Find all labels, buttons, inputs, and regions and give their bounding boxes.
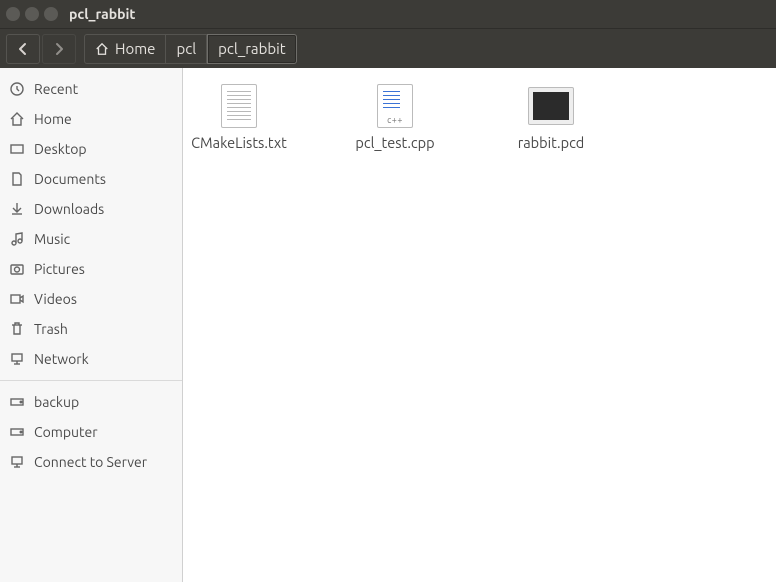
desktop-icon <box>8 140 26 158</box>
sidebar-item-videos[interactable]: Videos <box>0 284 182 314</box>
music-icon <box>8 230 26 248</box>
sidebar-item-label: Music <box>34 231 70 247</box>
sidebar-item-connect-server[interactable]: Connect to Server <box>0 447 182 477</box>
icon-grid: CMakeLists.txt pcl_test.cpp rabbit.pcd <box>183 68 776 167</box>
sidebar-item-computer[interactable]: Computer <box>0 417 182 447</box>
drive-icon <box>8 393 26 411</box>
sidebar-item-desktop[interactable]: Desktop <box>0 134 182 164</box>
breadcrumb-seg-1[interactable]: pcl <box>166 34 207 64</box>
clock-icon <box>8 80 26 98</box>
trash-icon <box>8 320 26 338</box>
home-icon <box>8 110 26 128</box>
file-item[interactable]: CMakeLists.txt <box>189 84 289 151</box>
file-name: CMakeLists.txt <box>191 134 287 151</box>
nav-forward-button[interactable] <box>42 34 76 64</box>
sidebar-item-documents[interactable]: Documents <box>0 164 182 194</box>
window-maximize-button[interactable] <box>44 7 58 21</box>
documents-icon <box>8 170 26 188</box>
home-icon <box>95 42 109 56</box>
sidebar-item-label: Recent <box>34 81 78 97</box>
file-item[interactable]: rabbit.pcd <box>501 84 601 151</box>
breadcrumb-seg-1-label: pcl <box>176 40 196 57</box>
sidebar-item-label: Videos <box>34 291 77 307</box>
pictures-icon <box>8 260 26 278</box>
window-close-button[interactable] <box>6 7 20 21</box>
sidebar-item-label: backup <box>34 394 79 410</box>
sidebar-item-label: Downloads <box>34 201 104 217</box>
file-name: pcl_test.cpp <box>355 134 434 151</box>
sidebar-item-network[interactable]: Network <box>0 344 182 374</box>
sidebar-item-music[interactable]: Music <box>0 224 182 254</box>
sidebar-separator <box>0 380 182 381</box>
sidebar: Recent Home Desktop Documents Downloads <box>0 68 183 582</box>
file-name: rabbit.pcd <box>518 134 585 151</box>
computer-icon <box>8 423 26 441</box>
breadcrumb: Home pcl pcl_rabbit <box>84 34 297 64</box>
title-bar: pcl_rabbit <box>0 0 776 28</box>
content-pane[interactable]: CMakeLists.txt pcl_test.cpp rabbit.pcd <box>183 68 776 582</box>
file-pcd-icon <box>529 84 573 128</box>
window-title: pcl_rabbit <box>69 6 135 22</box>
sidebar-item-label: Trash <box>34 321 68 337</box>
sidebar-item-trash[interactable]: Trash <box>0 314 182 344</box>
sidebar-item-label: Network <box>34 351 89 367</box>
sidebar-item-label: Computer <box>34 424 98 440</box>
downloads-icon <box>8 200 26 218</box>
breadcrumb-seg-2[interactable]: pcl_rabbit <box>207 34 297 64</box>
file-text-icon <box>217 84 261 128</box>
toolbar: Home pcl pcl_rabbit <box>0 28 776 68</box>
sidebar-item-backup[interactable]: backup <box>0 387 182 417</box>
sidebar-item-downloads[interactable]: Downloads <box>0 194 182 224</box>
sidebar-item-pictures[interactable]: Pictures <box>0 254 182 284</box>
sidebar-item-home[interactable]: Home <box>0 104 182 134</box>
sidebar-item-label: Documents <box>34 171 106 187</box>
videos-icon <box>8 290 26 308</box>
sidebar-item-label: Pictures <box>34 261 85 277</box>
breadcrumb-seg-2-label: pcl_rabbit <box>218 40 286 57</box>
sidebar-item-label: Home <box>34 111 72 127</box>
file-cpp-icon <box>373 84 417 128</box>
sidebar-item-recent[interactable]: Recent <box>0 74 182 104</box>
window-minimize-button[interactable] <box>25 7 39 21</box>
server-icon <box>8 453 26 471</box>
file-item[interactable]: pcl_test.cpp <box>345 84 445 151</box>
sidebar-item-label: Connect to Server <box>34 454 147 470</box>
network-icon <box>8 350 26 368</box>
sidebar-item-label: Desktop <box>34 141 87 157</box>
nav-back-button[interactable] <box>6 34 40 64</box>
breadcrumb-home[interactable]: Home <box>84 34 166 64</box>
breadcrumb-home-label: Home <box>115 40 155 57</box>
